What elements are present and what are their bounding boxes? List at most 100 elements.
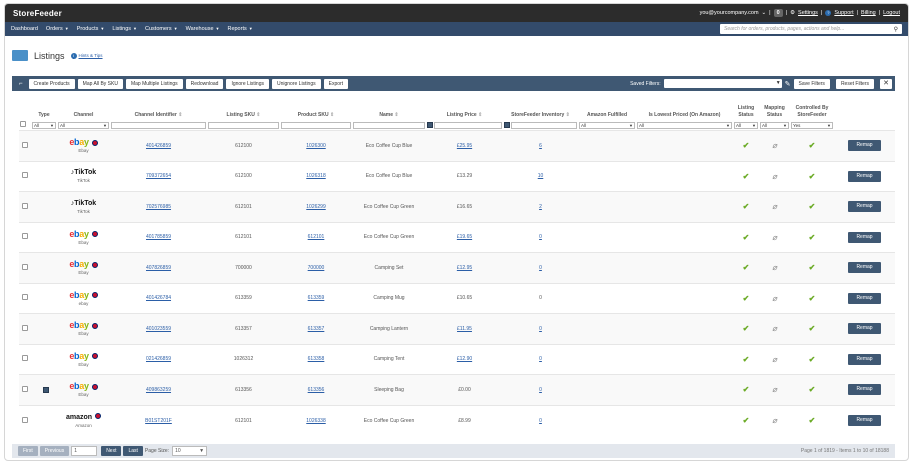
col-controlled-by[interactable]: Controlled By StoreFeeder <box>790 99 834 120</box>
row-checkbox[interactable] <box>22 172 28 179</box>
user-menu[interactable]: you@yourcompany.com <box>700 10 759 16</box>
close-icon[interactable]: ✕ <box>880 78 892 89</box>
create-products-button[interactable]: Create Products <box>28 78 75 89</box>
channel-filter[interactable]: All ▼ <box>58 121 109 129</box>
row-checkbox[interactable] <box>22 355 28 362</box>
row-checkbox[interactable] <box>22 141 28 148</box>
product-sku-link[interactable]: 1026318 <box>306 173 325 179</box>
paperclip-icon[interactable]: ⌀ <box>772 202 777 211</box>
paperclip-icon[interactable]: ⌀ <box>772 324 777 333</box>
col-listing-price[interactable]: Listing Price ⇕ <box>426 99 503 120</box>
nav-customers[interactable]: Customers ▼ <box>145 26 178 32</box>
select-all-checkbox[interactable] <box>20 121 26 127</box>
first-page-button[interactable]: First <box>18 446 38 456</box>
gear-icon[interactable]: ⚙ <box>790 10 795 16</box>
name-filter[interactable] <box>353 121 425 129</box>
channel-identifier-link[interactable]: 709372654 <box>146 173 171 179</box>
paperclip-icon[interactable]: ⌀ <box>772 294 777 303</box>
channel-identifier-link[interactable]: 401426859 <box>146 143 171 149</box>
product-sku-filter[interactable] <box>281 121 351 129</box>
product-sku-link[interactable]: 613356 <box>308 387 325 393</box>
channel-identifier-link[interactable]: 021426859 <box>146 356 171 362</box>
map-all-by-sku-button[interactable]: Map All By SKU <box>77 78 123 89</box>
inventory-link[interactable]: 0 <box>539 326 542 332</box>
remap-button[interactable]: Remap <box>848 201 881 213</box>
listing-status-filter[interactable]: All ▼ <box>734 121 758 129</box>
product-sku-link[interactable]: 1026300 <box>306 143 325 149</box>
paperclip-icon[interactable]: ⌀ <box>772 355 777 364</box>
edit-icon[interactable]: ✎ <box>785 80 791 88</box>
paperclip-icon[interactable]: ⌀ <box>772 172 777 181</box>
row-checkbox[interactable] <box>22 416 28 423</box>
inventory-link[interactable]: 6 <box>539 143 542 149</box>
ignore-listings-button[interactable]: Ignore Listings <box>226 78 269 89</box>
save-filters-button[interactable]: Save Filters <box>793 78 830 89</box>
col-name[interactable]: Name ⇕ <box>352 99 426 120</box>
listing-price[interactable]: £12.95 <box>457 265 472 271</box>
channel-identifier-link[interactable]: 702576985 <box>146 204 171 210</box>
product-sku-link[interactable]: 613358 <box>308 356 325 362</box>
saved-filters-select[interactable]: ▼ <box>663 79 782 88</box>
col-amazon-fulfilled[interactable]: Amazon Fulfilled <box>578 99 636 120</box>
logout-link[interactable]: Logout <box>883 10 900 16</box>
listing-sku-filter[interactable] <box>208 121 279 129</box>
redownload-button[interactable]: Redownload <box>185 78 224 89</box>
channel-identifier-link[interactable]: 407826859 <box>146 265 171 271</box>
channel-identifier-link[interactable]: 409863259 <box>146 387 171 393</box>
listing-price[interactable]: £19.65 <box>457 234 472 240</box>
listing-price[interactable]: £12.90 <box>457 356 472 362</box>
inventory-link[interactable]: 10 <box>538 173 544 179</box>
hints-tips-link[interactable]: i Hints & Tips <box>70 52 103 59</box>
product-sku-link[interactable]: 613357 <box>308 326 325 332</box>
paperclip-icon[interactable]: ⌀ <box>772 263 777 272</box>
export-button[interactable]: Export <box>323 78 349 89</box>
filter-operator-icon[interactable] <box>427 122 433 128</box>
channel-identifier-link[interactable]: B01ST201F <box>145 418 172 424</box>
support-link[interactable]: Support <box>834 10 853 16</box>
help-icon[interactable]: ? <box>825 10 832 16</box>
row-checkbox[interactable] <box>22 294 28 301</box>
inventory-link[interactable]: 0 <box>539 265 542 271</box>
remap-button[interactable]: Remap <box>848 140 881 152</box>
unignore-listings-button[interactable]: Unignore Listings <box>271 78 321 89</box>
page-size-select[interactable]: 10 ▼ <box>172 446 208 456</box>
inventory-link[interactable]: 0 <box>539 418 542 424</box>
global-search-input[interactable]: Search for orders, products, pages, acti… <box>720 24 902 34</box>
search-icon[interactable]: ⚲ <box>894 26 898 33</box>
row-checkbox[interactable] <box>22 202 28 209</box>
listing-price[interactable]: £25.95 <box>457 143 472 149</box>
nav-listings[interactable]: Listings ▼ <box>112 26 137 32</box>
inventory-link[interactable]: 0 <box>539 356 542 362</box>
listing-price-filter[interactable] <box>434 121 502 129</box>
remap-button[interactable]: Remap <box>848 353 881 365</box>
previous-page-button[interactable]: Previous <box>39 446 70 456</box>
map-multiple-listings-button[interactable]: Map Multiple Listings <box>125 78 183 89</box>
row-checkbox[interactable] <box>22 385 28 392</box>
nav-dashboard[interactable]: Dashboard <box>11 26 38 32</box>
col-mapping-status[interactable]: Mapping Status <box>759 99 790 120</box>
reset-filters-button[interactable]: Reset Filters <box>835 78 874 89</box>
controlled-by-filter[interactable]: Yes ▼ <box>791 121 833 129</box>
last-page-button[interactable]: Last <box>123 446 143 456</box>
col-channel-identifier[interactable]: Channel Identifier ⇕ <box>110 99 207 120</box>
col-channel[interactable]: Channel <box>57 99 110 120</box>
row-checkbox[interactable] <box>22 233 28 240</box>
notification-count-badge[interactable]: 0 <box>773 9 783 17</box>
col-lowest-priced[interactable]: Is Lowest Priced (On Amazon) <box>636 99 733 120</box>
paperclip-icon[interactable]: ⌀ <box>772 233 777 242</box>
inventory-link[interactable]: 0 <box>539 234 542 240</box>
nav-warehouse[interactable]: Warehouse ▼ <box>186 26 220 32</box>
paperclip-icon[interactable]: ⌀ <box>772 385 777 394</box>
listing-price[interactable]: £11.95 <box>457 326 472 332</box>
type-filter[interactable]: All ▼ <box>32 121 56 129</box>
channel-identifier-filter[interactable] <box>111 121 206 129</box>
amazon-fulfilled-filter[interactable]: All ▼ <box>579 121 635 129</box>
page-number-input[interactable]: 1 <box>71 446 98 456</box>
inventory-link[interactable]: 0 <box>539 387 542 393</box>
remap-button[interactable]: Remap <box>848 292 881 304</box>
product-sku-link[interactable]: 612101 <box>308 234 325 240</box>
remap-button[interactable]: Remap <box>848 415 881 426</box>
remap-button[interactable]: Remap <box>848 262 881 274</box>
paperclip-icon[interactable]: ⌀ <box>772 416 777 425</box>
paperclip-icon[interactable]: ⌀ <box>772 141 777 150</box>
